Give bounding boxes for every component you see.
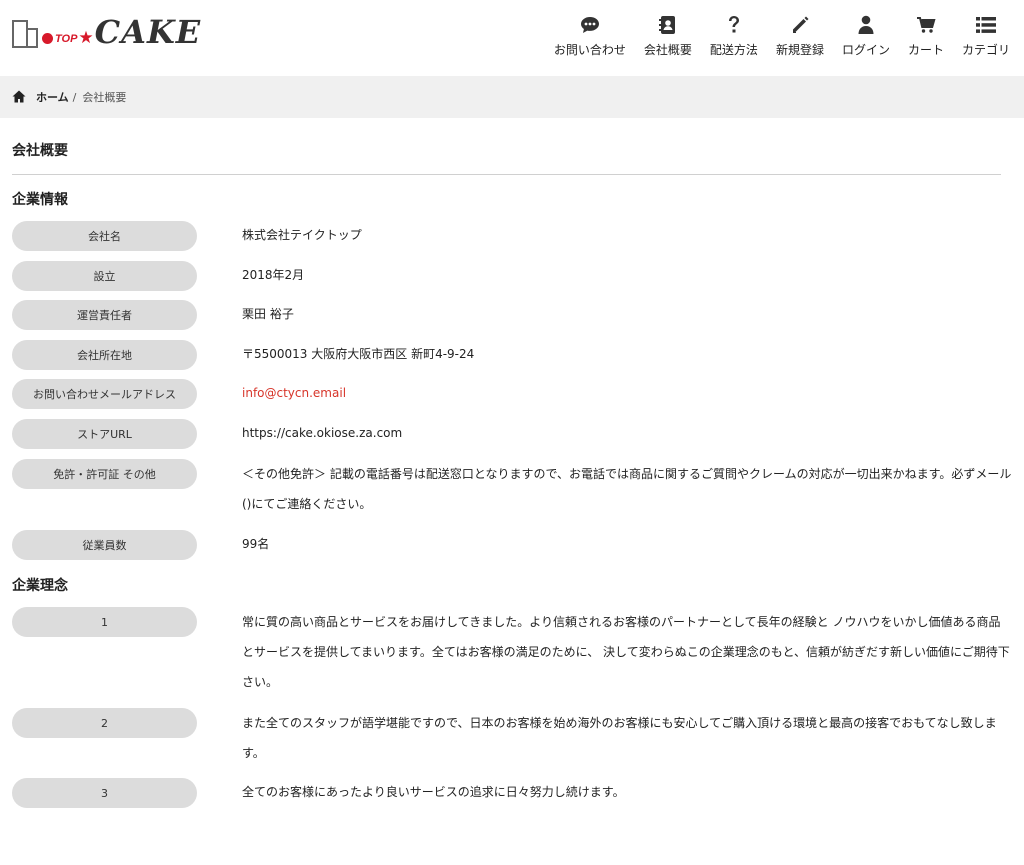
info-label: 会社所在地 [12,340,197,370]
nav-register[interactable]: 新規登録 [776,14,824,58]
cart-icon [915,14,937,36]
nav-label: 会社概要 [643,43,692,57]
home-icon[interactable] [12,90,26,104]
main-content: 会社概要 企業情報 会社名 株式会社テイクトップ 設立 2018年2月 運営責任… [0,118,1024,865]
logo-cake-text: CAKE [94,13,202,51]
nav-company[interactable]: 会社概要 [644,14,692,58]
question-icon [723,14,745,36]
breadcrumb-current: 会社概要 [82,91,127,104]
info-label: 従業員数 [12,530,197,560]
info-value: 株式会社テイクトップ [242,228,362,242]
info-value: ＜その他免許＞ 記載の電話番号は配送窓口となりますので、お電話では商品に関するご… [242,467,1012,511]
nav-label: ログイン [841,43,890,57]
nav-category[interactable]: カテゴリ [962,14,1010,58]
philosophy-value: また全てのスタッフが語学堪能ですので、日本のお客様を始め海外のお客様にも安心して… [242,716,997,760]
content-rows: 企業情報 会社名 株式会社テイクトップ 設立 2018年2月 運営責任者 栗田 … [12,175,1012,865]
logo-dot [42,33,53,44]
philosophy-value: 常に質の高い商品とサービスをお届けしてきました。より信頼されるお客様のパートナー… [242,615,1010,689]
nav-cart[interactable]: カート [908,14,944,58]
nav-label: カート [907,43,944,57]
company-section-title: 企業情報 [12,192,68,208]
info-value: https://cake.okiose.za.com [242,426,403,440]
philosophy-label: 3 [12,778,197,808]
info-label: 免許・許可証 その他 [12,459,197,489]
building-icon [12,18,38,48]
info-label: お問い合わせメールアドレス [12,379,197,409]
philosophy-label: 2 [12,708,197,738]
logo-top-text: TOP [55,33,78,45]
breadcrumb: ホーム / 会社概要 [0,76,1024,118]
philosophy-value: 全てのお客様にあったより良いサービスの追求に日々努力し続けます。 [242,785,625,799]
info-value: 栗田 裕子 [242,307,294,321]
chat-icon [579,14,601,36]
breadcrumb-separator: / [72,90,77,104]
list-icon [975,14,997,36]
info-label: 運営責任者 [12,300,197,330]
star-icon: ★ [78,28,94,48]
site-logo[interactable]: TOP ★ CAKE [12,14,201,48]
breadcrumb-home-link[interactable]: ホーム [36,89,69,105]
nav-label: お問い合わせ [553,43,626,57]
email-link[interactable]: info@ctycn.email [242,379,1012,408]
philosophy-label: 1 [12,607,197,637]
site-header: TOP ★ CAKE お問い合わせ 会社概要 配送方法 新規登録 ログイン カー… [0,0,1024,76]
nav-login[interactable]: ログイン [842,14,890,58]
info-label: 会社名 [12,221,197,251]
info-label: ストアURL [12,419,197,449]
contact-book-icon [657,14,679,36]
nav-contact[interactable]: お問い合わせ [554,14,626,58]
header-nav: お問い合わせ 会社概要 配送方法 新規登録 ログイン カート カテゴリ [536,14,1010,58]
info-label: 設立 [12,261,197,291]
nav-label: 配送方法 [709,43,758,57]
nav-label: 新規登録 [775,43,824,57]
philosophy-section-title: 企業理念 [12,578,68,594]
pencil-icon [789,14,811,36]
info-value: 99名 [242,537,270,551]
nav-shipping[interactable]: 配送方法 [710,14,758,58]
info-value: 〒5500013 大阪府大阪市西区 新町4-9-24 [242,347,475,361]
info-value: 2018年2月 [242,268,305,282]
page-title: 会社概要 [12,140,1001,175]
nav-label: カテゴリ [961,43,1010,57]
user-icon [855,14,877,36]
